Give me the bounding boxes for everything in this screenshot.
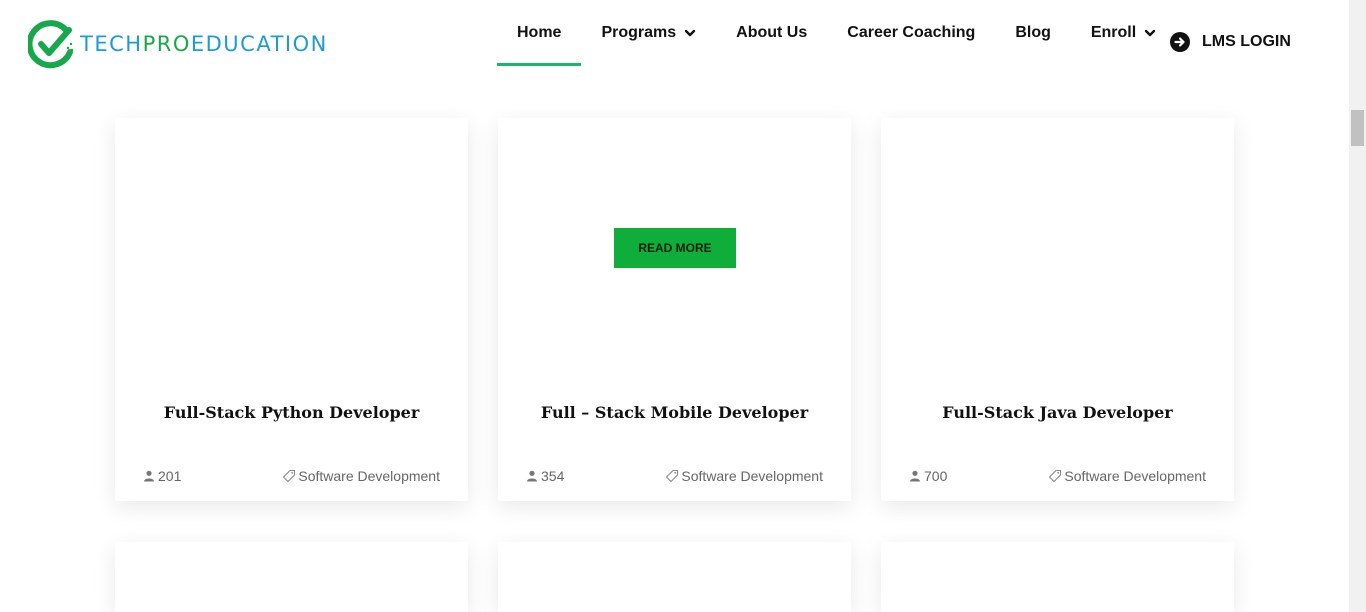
course-category[interactable]: Software Development (1064, 468, 1206, 484)
nav-item-label: Home (517, 24, 562, 41)
lms-login-button[interactable]: LMS LOGIN (1170, 0, 1291, 84)
nav-item-label: About Us (736, 24, 808, 41)
student-count: 201 (158, 468, 182, 484)
student-count: 700 (924, 468, 948, 484)
nav-item-home[interactable]: Home (497, 0, 582, 66)
site-header: TECHPROEDUCATION Home Programs About Us … (0, 0, 1349, 90)
course-card[interactable] (881, 542, 1234, 612)
tag-icon (1049, 469, 1062, 483)
course-title[interactable]: Full-Stack Java Developer (881, 403, 1234, 422)
nav-item-label: Blog (1015, 24, 1051, 41)
course-meta: 700 Software Development (909, 466, 1206, 486)
course-category[interactable]: Software Development (681, 468, 823, 484)
user-icon (144, 470, 154, 482)
arrow-right-circle-icon (1170, 32, 1190, 52)
nav-item-blog[interactable]: Blog (995, 0, 1071, 66)
nav-item-programs[interactable]: Programs (581, 0, 716, 66)
nav-item-label: Enroll (1090, 24, 1137, 41)
course-card[interactable]: Full-Stack Java Developer 700 Software D… (881, 118, 1234, 501)
course-meta: 354 Software Development (526, 466, 823, 486)
course-card[interactable]: READ MORE Full – Stack Mobile Developer … (498, 118, 851, 501)
student-count: 354 (541, 468, 565, 484)
nav-item-about-us[interactable]: About Us (716, 0, 827, 66)
lms-login-label: LMS LOGIN (1202, 33, 1291, 50)
course-card[interactable] (115, 542, 468, 612)
user-icon (910, 470, 920, 482)
tag-icon (666, 469, 679, 483)
page-scrollbar[interactable] (1349, 0, 1366, 612)
user-icon (527, 470, 537, 482)
main-nav: Home Programs About Us Career Coaching B… (497, 0, 1176, 90)
nav-item-label: Programs (601, 24, 677, 41)
nav-item-label: Career Coaching (847, 24, 976, 41)
chevron-down-icon (1145, 29, 1156, 37)
read-more-button[interactable]: READ MORE (614, 228, 736, 268)
course-title[interactable]: Full-Stack Python Developer (115, 403, 468, 422)
logo[interactable]: TECHPROEDUCATION (28, 18, 328, 70)
course-title[interactable]: Full – Stack Mobile Developer (498, 403, 851, 422)
course-meta: 201 Software Development (143, 466, 440, 486)
course-card[interactable]: Full-Stack Python Developer 201 Software… (115, 118, 468, 501)
tag-icon (283, 469, 296, 483)
scrollbar-thumb[interactable] (1351, 110, 1364, 146)
course-card[interactable] (498, 542, 851, 612)
nav-item-enroll[interactable]: Enroll (1071, 0, 1176, 66)
nav-item-career-coaching[interactable]: Career Coaching (827, 0, 995, 66)
course-category[interactable]: Software Development (298, 468, 440, 484)
logo-text: TECHPROEDUCATION (80, 32, 328, 56)
chevron-down-icon (684, 29, 696, 37)
checkmark-logo-icon (28, 20, 74, 69)
